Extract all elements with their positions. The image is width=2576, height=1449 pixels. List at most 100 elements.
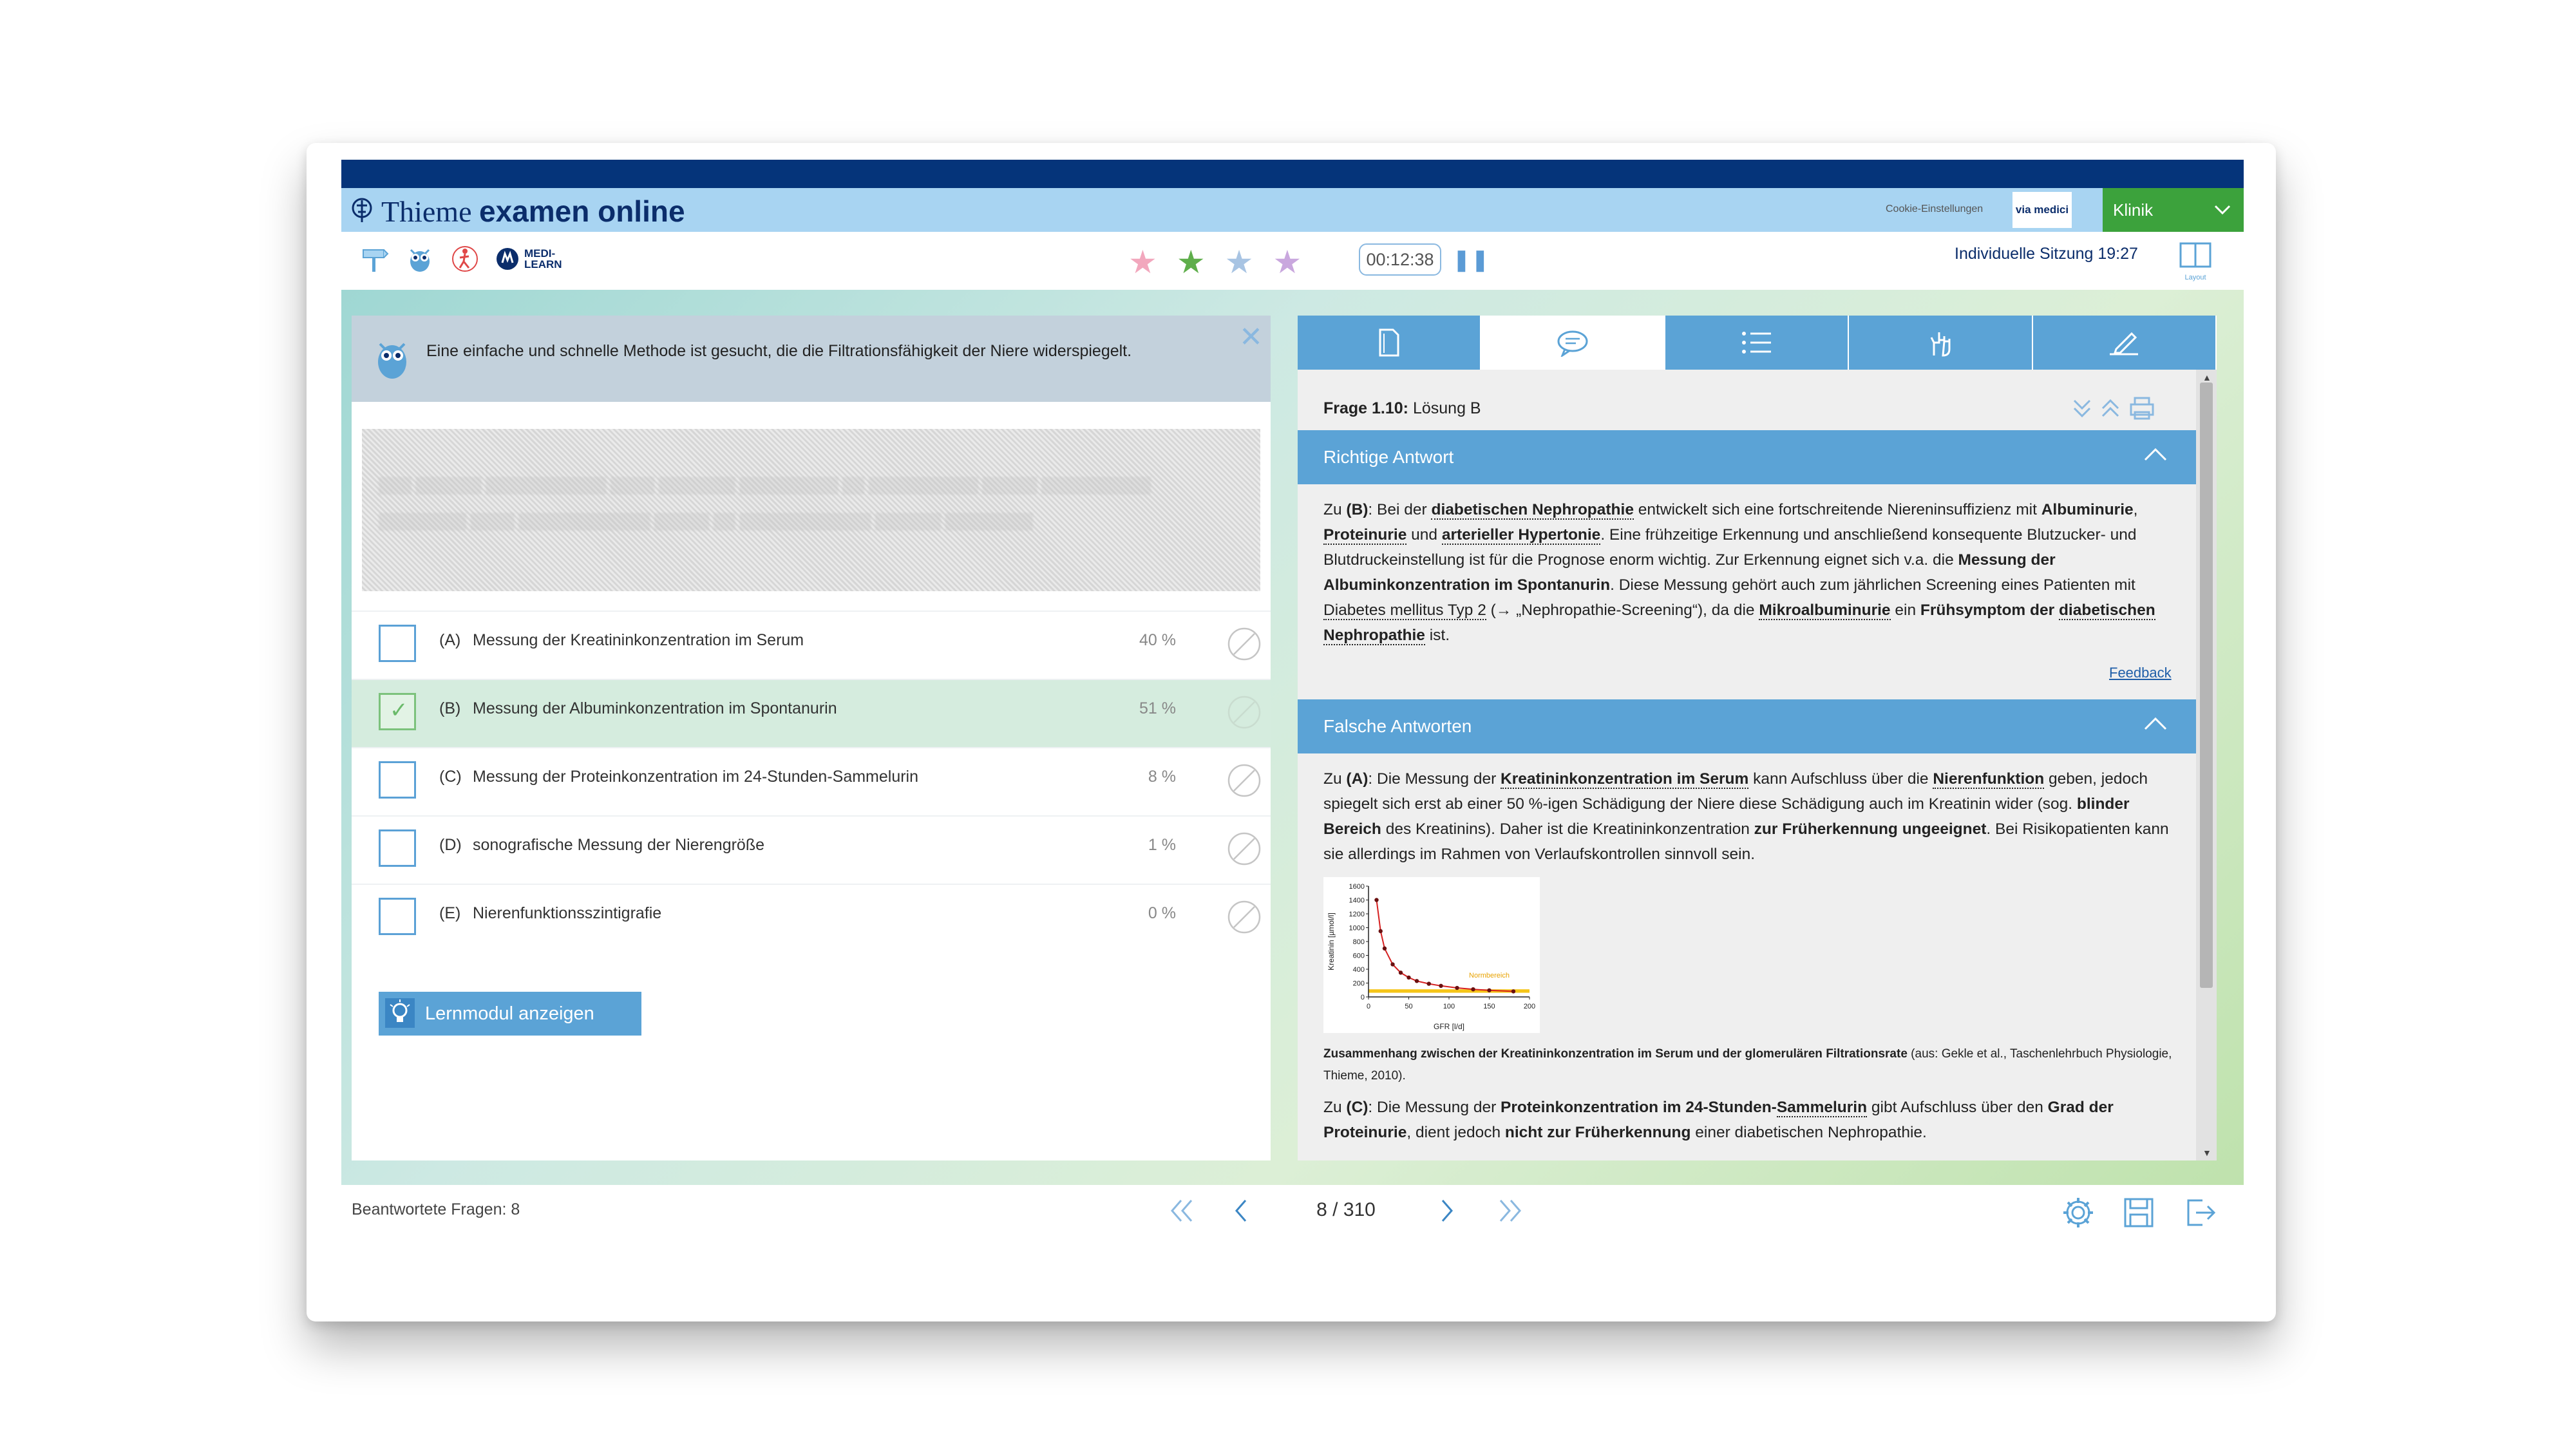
rating-stars: ★ ★ ★ ★ (1128, 246, 1302, 278)
answer-percent: 51 % (1139, 699, 1176, 717)
strike-icon[interactable] (1226, 762, 1262, 799)
answer-percent: 40 % (1139, 631, 1176, 649)
tab-comments[interactable] (1481, 316, 1665, 370)
wrong-answers-header[interactable]: Falsche Antworten (1298, 699, 2196, 753)
x-tick-label: 100 (1443, 1003, 1455, 1010)
star-icon[interactable]: ★ (1128, 246, 1157, 278)
answer-text: Nierenfunktionsszintigrafie (473, 904, 662, 922)
via-medici-link[interactable]: via medici (2012, 192, 2072, 228)
solution-scrollbar[interactable]: ▲ ▼ (2196, 370, 2217, 1160)
data-point (1471, 987, 1475, 992)
solution-tabs (1298, 316, 2217, 370)
chevron-up-icon (2144, 448, 2167, 461)
star-icon[interactable]: ★ (1225, 246, 1254, 278)
toolbar: MEDI- LEARN ★ ★ ★ ★ 00:12:38 ❚❚ Individu… (341, 232, 2244, 290)
pause-icon[interactable]: ❚❚ (1453, 247, 1490, 272)
normal-range-label: Normbereich (1469, 972, 1510, 980)
close-icon[interactable]: ✕ (1239, 323, 1263, 352)
first-page-icon[interactable] (1166, 1198, 1199, 1224)
hint-box: Eine einfache und schnelle Methode ist g… (352, 316, 1271, 402)
settings-gear-icon[interactable] (2061, 1195, 2096, 1230)
y-axis-label: Kreatinin [µmol/l] (1327, 913, 1336, 971)
lightbulb-icon (385, 998, 415, 1028)
thieme-logo-icon (352, 198, 372, 222)
tab-list[interactable] (1665, 316, 1850, 370)
y-tick-label: 1400 (1349, 897, 1365, 905)
answer-option-a[interactable]: (A) Messung der Kreatininkonzentration i… (352, 611, 1271, 679)
strike-icon[interactable] (1226, 694, 1262, 730)
lernmodul-button[interactable]: Lernmodul anzeigen (379, 992, 641, 1036)
answer-checkbox[interactable] (379, 898, 416, 935)
y-tick-label: 400 (1353, 966, 1365, 974)
y-tick-label: 1200 (1349, 911, 1365, 918)
answer-option-b[interactable]: ✓ (B) Messung der Albuminkonzentration i… (352, 679, 1271, 747)
answer-letter: (A) (439, 631, 461, 649)
x-tick-label: 0 (1367, 1003, 1370, 1010)
answer-letter: (B) (439, 699, 461, 717)
app-window: Thieme examen online Cookie-Einstellunge… (341, 160, 2244, 1235)
list-icon (1741, 332, 1771, 354)
answer-option-d[interactable]: (D) sonografische Messung der Nierengröß… (352, 815, 1271, 884)
answer-option-e[interactable]: (E) Nierenfunktionsszintigrafie 0 % (352, 884, 1271, 952)
answer-text: Messung der Albuminkonzentration im Spon… (473, 699, 837, 717)
top-strip (341, 160, 2244, 188)
footer-bar: Beantwortete Fragen: 8 8 / 310 (341, 1185, 2244, 1235)
answer-letter: (C) (439, 768, 462, 786)
strike-icon[interactable] (1226, 626, 1262, 662)
star-icon[interactable]: ★ (1177, 246, 1206, 278)
owl-icon[interactable] (406, 245, 434, 273)
cookie-settings-link[interactable]: Cookie-Einstellungen (1886, 204, 1983, 215)
creatinine-gfr-chart[interactable]: Normbereich02004006008001000120014001600… (1323, 877, 1540, 1033)
star-icon[interactable]: ★ (1273, 246, 1302, 278)
timer: 00:12:38 (1359, 243, 1441, 276)
answer-option-c[interactable]: (C) Messung der Proteinkonzentration im … (352, 747, 1271, 815)
scrollbar-thumb[interactable] (2200, 383, 2213, 988)
page-indicator: 8 / 310 (1316, 1199, 1376, 1220)
feedback-link[interactable]: Feedback (2109, 665, 2172, 681)
correct-answer-header[interactable]: Richtige Antwort (1298, 430, 2196, 484)
logout-icon[interactable] (2183, 1195, 2218, 1230)
layout-label: Layout (2184, 274, 2206, 281)
y-tick-label: 0 (1361, 994, 1365, 1001)
comment-icon (1557, 330, 1588, 357)
area-select[interactable]: Klinik (2103, 188, 2244, 232)
medi-learn-logo[interactable]: MEDI- LEARN (495, 246, 562, 272)
expand-collapse-print (2073, 397, 2154, 420)
y-tick-label: 800 (1353, 938, 1365, 946)
check-icon: ✓ (390, 698, 408, 723)
data-point (1426, 981, 1431, 986)
medi-learn-icon (497, 248, 518, 270)
tab-hand[interactable] (1849, 316, 2033, 370)
wrong-answer-c-text: Zu (C): Die Messung der Proteinkonzentra… (1323, 1099, 2114, 1141)
answer-text: sonografische Messung der Nierengröße (473, 836, 765, 854)
answer-checkbox[interactable]: ✓ (379, 693, 416, 730)
scroll-up-icon[interactable]: ▲ (2202, 372, 2211, 383)
brand-thieme: Thieme (381, 195, 472, 228)
answer-percent: 0 % (1148, 904, 1176, 922)
strike-icon[interactable] (1226, 899, 1262, 935)
last-page-icon[interactable] (1493, 1198, 1526, 1224)
layout-button[interactable]: Layout (2178, 241, 2213, 281)
print-icon (2130, 397, 2154, 420)
figure-icon[interactable] (451, 245, 479, 273)
strike-icon[interactable] (1226, 831, 1262, 867)
answer-checkbox[interactable] (379, 625, 416, 662)
brand-product: examen online (479, 194, 685, 228)
tab-document[interactable] (1298, 316, 1482, 370)
wrong-answers-title: Falsche Antworten (1323, 716, 1472, 736)
previous-page-icon[interactable] (1230, 1198, 1253, 1224)
signpost-icon[interactable] (361, 245, 389, 273)
tab-edit[interactable] (2032, 316, 2217, 370)
layout-icon (2179, 242, 2211, 268)
x-axis-label: GFR [l/d] (1434, 1022, 1464, 1031)
answer-checkbox[interactable] (379, 829, 416, 867)
thieme-logo[interactable]: Thieme examen online (349, 193, 685, 230)
save-icon[interactable] (2121, 1195, 2156, 1230)
next-page-icon[interactable] (1435, 1198, 1458, 1224)
data-point (1374, 898, 1379, 902)
answer-checkbox[interactable] (379, 761, 416, 799)
chevron-up-icon (2144, 717, 2167, 730)
scroll-down-icon[interactable]: ▼ (2202, 1148, 2211, 1158)
medi-learn-bottom: LEARN (524, 258, 562, 270)
collapse-all-icon (2073, 399, 2091, 418)
